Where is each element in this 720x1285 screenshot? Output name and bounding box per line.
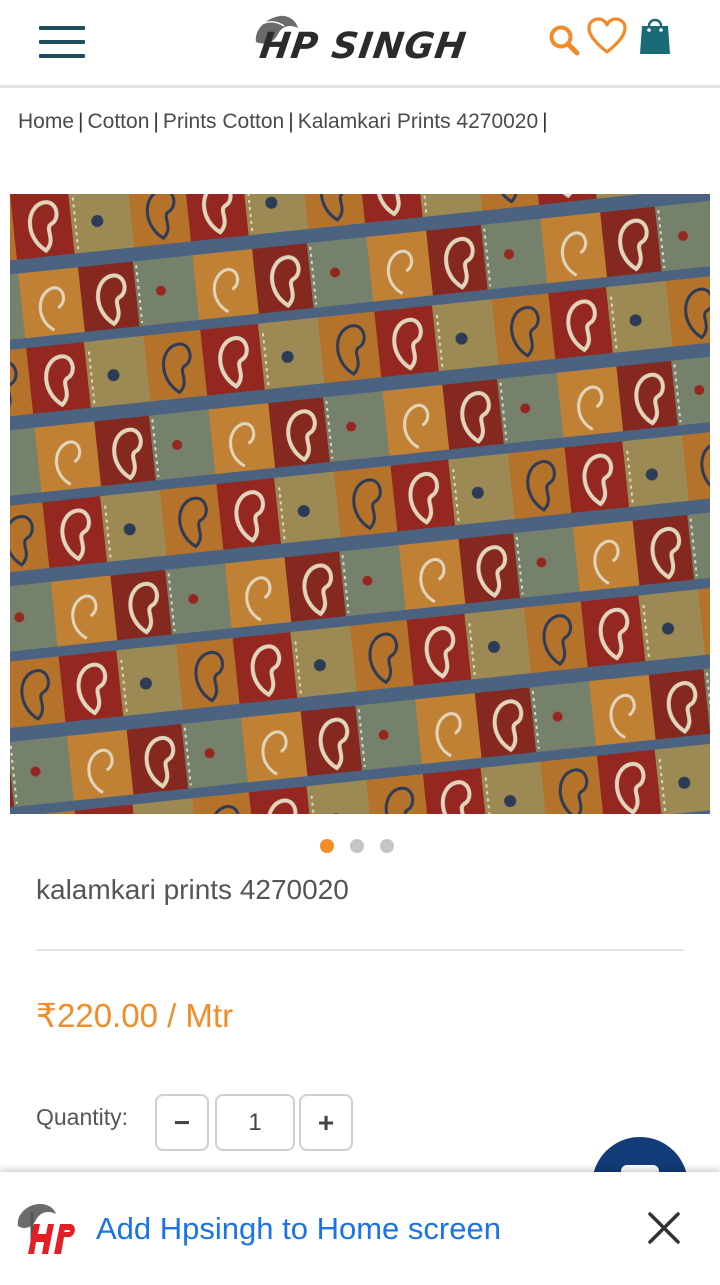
heart-icon[interactable] bbox=[587, 17, 627, 55]
search-icon[interactable] bbox=[548, 24, 580, 56]
site-header: HP SINGH bbox=[0, 0, 720, 88]
breadcrumb-separator: | bbox=[78, 110, 84, 133]
carousel-dot-2[interactable] bbox=[350, 839, 364, 853]
add-to-home-banner: Add Hpsingh to Home screen bbox=[0, 1172, 720, 1285]
breadcrumb-current-product[interactable]: Kalamkari Prints 4270020 bbox=[298, 110, 538, 133]
breadcrumb-separator: | bbox=[542, 110, 548, 133]
breadcrumb-separator: | bbox=[153, 110, 159, 133]
product-image[interactable] bbox=[10, 194, 710, 814]
breadcrumb: Home | Cotton | Prints Cotton | Kalamkari Prin… bbox=[18, 110, 552, 134]
carousel-dot-3[interactable] bbox=[380, 839, 394, 853]
site-logo[interactable]: HP SINGH bbox=[248, 12, 469, 67]
carousel-dot-1[interactable] bbox=[320, 839, 334, 853]
quantity-input[interactable]: 1 bbox=[215, 1094, 295, 1151]
product-price: ₹220.00 / Mtr bbox=[36, 997, 234, 1034]
quantity-label: Quantity: bbox=[36, 1104, 129, 1130]
product-title: kalamkari prints 4270020 bbox=[36, 874, 349, 905]
menu-icon[interactable] bbox=[39, 26, 85, 60]
breadcrumb-prints-cotton[interactable]: Prints Cotton bbox=[163, 110, 284, 133]
logo-text: HP SINGH bbox=[257, 26, 470, 67]
app-logo-icon bbox=[14, 1202, 78, 1258]
quantity-increase-button[interactable]: + bbox=[299, 1094, 353, 1151]
breadcrumb-home[interactable]: Home bbox=[18, 110, 74, 133]
carousel-dots bbox=[320, 839, 400, 853]
close-icon[interactable] bbox=[646, 1210, 682, 1246]
quantity-decrease-button[interactable]: − bbox=[155, 1094, 209, 1151]
add-to-home-link[interactable]: Add Hpsingh to Home screen bbox=[96, 1211, 501, 1247]
divider bbox=[36, 949, 684, 951]
shopping-bag-icon[interactable] bbox=[639, 14, 671, 56]
breadcrumb-separator: | bbox=[288, 110, 294, 133]
breadcrumb-cotton[interactable]: Cotton bbox=[88, 110, 150, 133]
